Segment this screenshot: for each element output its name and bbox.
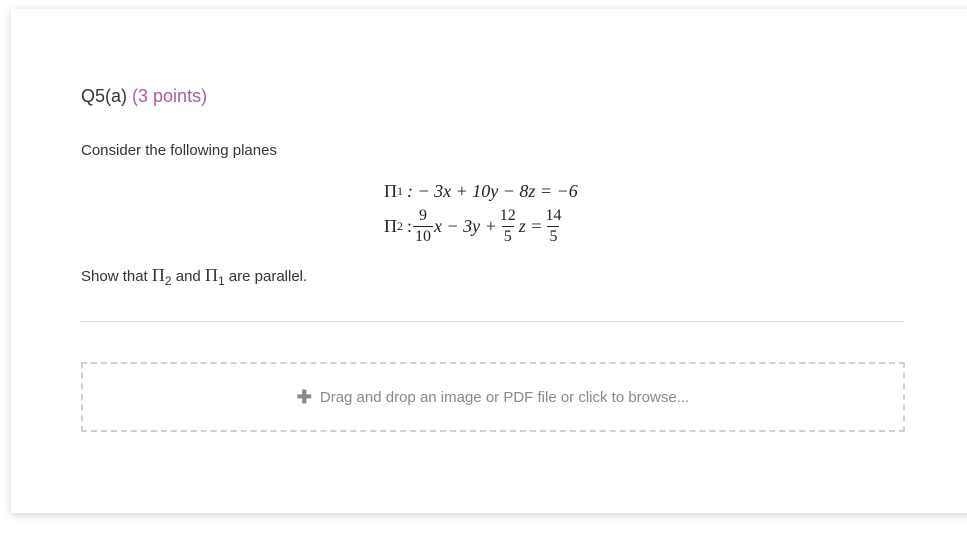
equation-term: x − 3y +	[434, 215, 497, 236]
divider	[81, 321, 904, 322]
fraction-denominator: 5	[547, 225, 560, 245]
file-dropzone[interactable]: ✚ Drag and drop an image or PDF file or …	[81, 362, 905, 432]
fraction-numerator: 9	[419, 206, 428, 224]
plus-icon: ✚	[296, 386, 312, 407]
question-number: Q5(a)	[81, 86, 128, 106]
equation-colon: :	[407, 215, 413, 236]
fraction: 12 5	[498, 206, 518, 245]
plane-subscript: 2	[397, 218, 403, 233]
question-intro: Consider the following planes	[81, 142, 277, 159]
plane-symbol: Π	[151, 265, 165, 285]
plane-symbol: Π	[204, 265, 218, 285]
fraction: 9 10	[413, 206, 434, 245]
equation-plane-2: Π2 : 9 10 x − 3y + 12 5 z = 14 5	[384, 204, 578, 248]
equation-body: : − 3x + 10y − 8z = −6	[407, 180, 578, 201]
plane-subscript: 2	[164, 274, 172, 288]
fraction-numerator: 12	[499, 206, 516, 224]
equation-plane-1: Π1 : − 3x + 10y − 8z = −6	[384, 178, 578, 204]
prompt-and: and	[171, 268, 205, 285]
plane-symbol: Π	[384, 180, 397, 201]
equations-block: Π1 : − 3x + 10y − 8z = −6 Π2 : 9 10 x − …	[384, 178, 578, 248]
question-title: Q5(a) (3 points)	[81, 86, 207, 107]
plane-subscript: 1	[397, 183, 403, 198]
prompt-suffix: are parallel.	[224, 268, 308, 285]
fraction: 14 5	[543, 206, 563, 245]
plane-symbol: Π	[384, 215, 397, 236]
plane-subscript: 1	[217, 274, 225, 288]
question-card	[11, 9, 967, 513]
prompt-prefix: Show that	[81, 268, 152, 285]
equation-term: z =	[518, 215, 543, 236]
dropzone-label: Drag and drop an image or PDF file or cl…	[319, 388, 690, 406]
question-prompt: Show that Π2 and Π1 are parallel.	[81, 265, 307, 288]
fraction-denominator: 10	[413, 225, 434, 245]
fraction-denominator: 5	[501, 225, 514, 245]
question-points: (3 points)	[132, 86, 208, 106]
fraction-numerator: 14	[545, 206, 562, 224]
